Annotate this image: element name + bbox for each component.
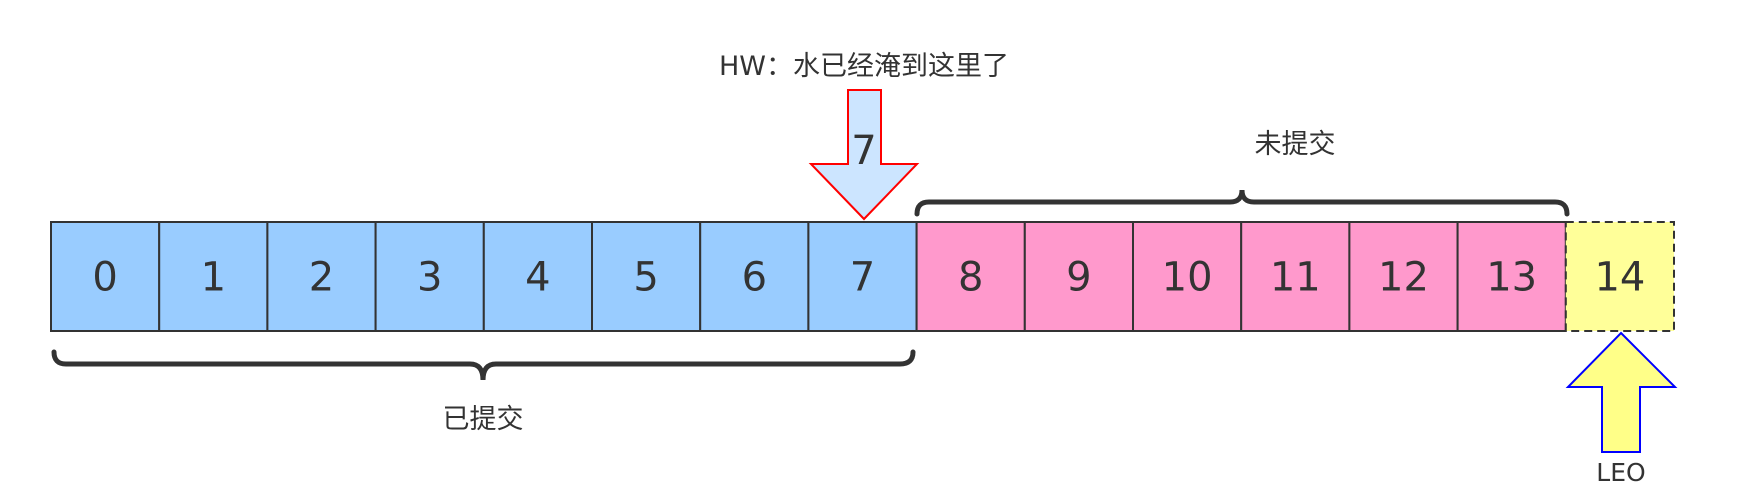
- committed-brace: [51, 349, 916, 381]
- uncommitted-label: 未提交: [1255, 129, 1336, 160]
- leo-arrow-shape: [1565, 331, 1678, 453]
- uncommitted-brace: [914, 189, 1570, 217]
- log-cell-label-12: 12: [1378, 255, 1429, 301]
- log-cell-label-14: 14: [1594, 255, 1645, 301]
- log-cell-label-7: 7: [850, 255, 875, 301]
- leo-caption: LEO: [1596, 458, 1645, 487]
- log-cell-label-6: 6: [742, 255, 767, 301]
- log-cell-label-3: 3: [417, 255, 442, 301]
- log-cell-label-4: 4: [525, 255, 550, 301]
- log-cell-label-2: 2: [309, 255, 334, 301]
- log-cell-label-5: 5: [633, 255, 658, 301]
- leo-arrow: [1565, 331, 1678, 453]
- log-cell-label-0: 0: [92, 255, 117, 301]
- hw-arrow-label: 7: [851, 128, 876, 174]
- hw-arrow: 7: [808, 89, 920, 221]
- log-diagram: 0 1 2 3 4 5 6 7 8 9 10 11 12 13 14 7 HW：水已经淹到这里了 LEO 未…: [50, 51, 1678, 487]
- log-cell-label-11: 11: [1270, 255, 1321, 301]
- hw-caption: HW：水已经淹到这里了: [719, 51, 1009, 82]
- log-cell-label-10: 10: [1162, 255, 1213, 301]
- log-cells: 0 1 2 3 4 5 6 7 8 9 10 11 12 13 14: [50, 221, 1676, 332]
- log-cell-label-9: 9: [1066, 255, 1091, 301]
- log-cell-label-1: 1: [201, 255, 226, 301]
- log-cell-label-13: 13: [1486, 255, 1537, 301]
- committed-label: 已提交: [443, 404, 524, 435]
- log-cell-label-8: 8: [958, 255, 983, 301]
